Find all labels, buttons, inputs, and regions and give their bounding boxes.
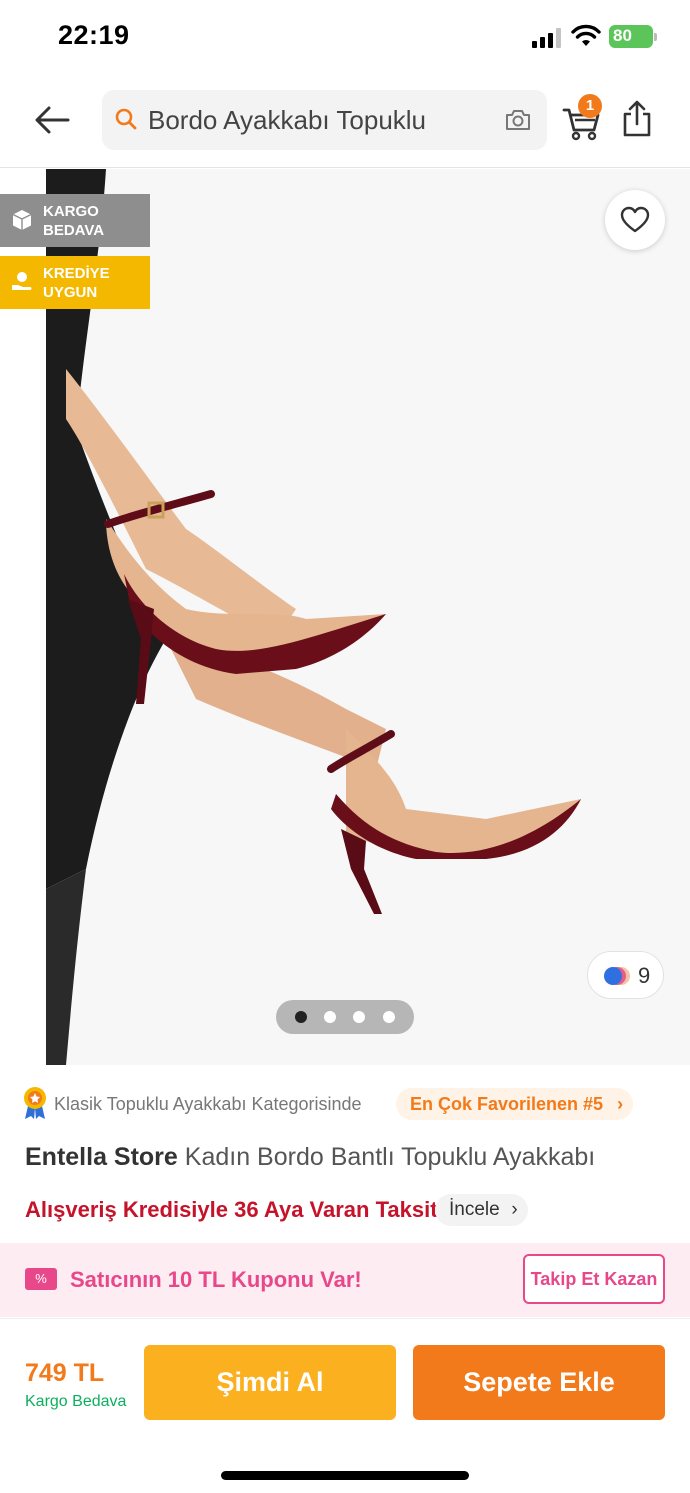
- camera-icon[interactable]: [503, 105, 533, 135]
- brand-name[interactable]: Entella Store: [25, 1143, 178, 1171]
- badge-line-2: BEDAVA: [43, 222, 105, 239]
- header: Bordo Ayakkabı Topuklu 1: [0, 80, 690, 168]
- favorite-button[interactable]: [605, 190, 665, 250]
- review-credit-label: İncele: [449, 1199, 500, 1220]
- status-time: 22:19: [58, 20, 130, 50]
- badge-line-1: KREDİYE: [43, 265, 110, 282]
- seller-coupon-banner: % Satıcının 10 TL Kuponu Var! Takip Et K…: [0, 1243, 690, 1317]
- add-to-cart-button[interactable]: Sepete Ekle: [413, 1345, 665, 1420]
- chevron-right-icon: ›: [617, 1094, 624, 1114]
- rank-category-text: Klasik Topuklu Ayakkabı Kategorisinde: [54, 1094, 362, 1114]
- search-icon: [115, 108, 137, 130]
- badge-line-2: UYGUN: [43, 284, 98, 301]
- cart-count-badge: 1: [578, 94, 602, 118]
- credit-installment-text: Alışveriş Kredisiyle 36 Aya Varan Taksit…: [25, 1197, 445, 1222]
- status-bar: 22:19 80: [0, 0, 690, 80]
- product-title: Entella Store Kadın Bordo Bantlı Topuklu…: [25, 1143, 595, 1172]
- buy-now-button[interactable]: Şimdi Al: [144, 1345, 396, 1420]
- credit-installment-row: Alışveriş Kredisiyle 36 Aya Varan Taksit…: [25, 1194, 665, 1226]
- product-name: Kadın Bordo Bantlı Topuklu Ayakkabı: [184, 1143, 596, 1171]
- share-icon[interactable]: [620, 98, 654, 138]
- pager-dot-active: [295, 1011, 307, 1023]
- free-shipping-badge: KARGO BEDAVA: [0, 194, 150, 247]
- signal-icon: [532, 28, 564, 48]
- review-credit-button[interactable]: İncele ›: [435, 1194, 528, 1226]
- credit-eligible-badge: KREDİYE UYGUN: [0, 256, 150, 309]
- hand-coin-icon: [12, 272, 32, 290]
- free-shipping-label: Kargo Bedava: [25, 1393, 127, 1410]
- color-count: 9: [638, 963, 651, 988]
- search-query: Bordo Ayakkabı Topuklu: [148, 105, 427, 135]
- color-variants-button[interactable]: 9: [587, 951, 664, 999]
- search-input[interactable]: Bordo Ayakkabı Topuklu: [102, 90, 547, 150]
- battery-level: 80: [613, 26, 632, 45]
- color-swatch-icon: [604, 967, 630, 985]
- image-pager[interactable]: [276, 1000, 414, 1034]
- wifi-icon: [571, 24, 601, 46]
- home-indicator[interactable]: [221, 1471, 469, 1480]
- rank-label: En Çok Favorilenen #5: [410, 1094, 604, 1114]
- medal-icon: [24, 1087, 46, 1119]
- chevron-right-icon: ›: [511, 1199, 518, 1220]
- back-arrow-icon[interactable]: [30, 98, 74, 142]
- box-icon: [12, 210, 32, 230]
- bottom-purchase-bar: 749 TL Kargo Bedava Şimdi Al Sepete Ekle: [0, 1318, 690, 1493]
- pager-dot: [353, 1011, 365, 1023]
- category-rank-row: Klasik Topuklu Ayakkabı Kategorisinde En…: [22, 1086, 672, 1122]
- follow-and-earn-button[interactable]: Takip Et Kazan: [523, 1254, 665, 1304]
- most-favorited-link[interactable]: En Çok Favorilenen #5 ›: [396, 1088, 634, 1120]
- pager-dot: [383, 1011, 395, 1023]
- battery-icon: 80: [609, 25, 657, 48]
- price: 749 TL: [25, 1359, 105, 1387]
- coupon-text: Satıcının 10 TL Kuponu Var!: [70, 1267, 362, 1292]
- coupon-icon: %: [25, 1268, 57, 1290]
- pager-dot: [324, 1011, 336, 1023]
- heart-icon: [620, 206, 650, 233]
- badge-line-1: KARGO: [43, 203, 99, 220]
- product-image-gallery[interactable]: KARGO BEDAVA KREDİYE UYGUN 9: [0, 169, 690, 1065]
